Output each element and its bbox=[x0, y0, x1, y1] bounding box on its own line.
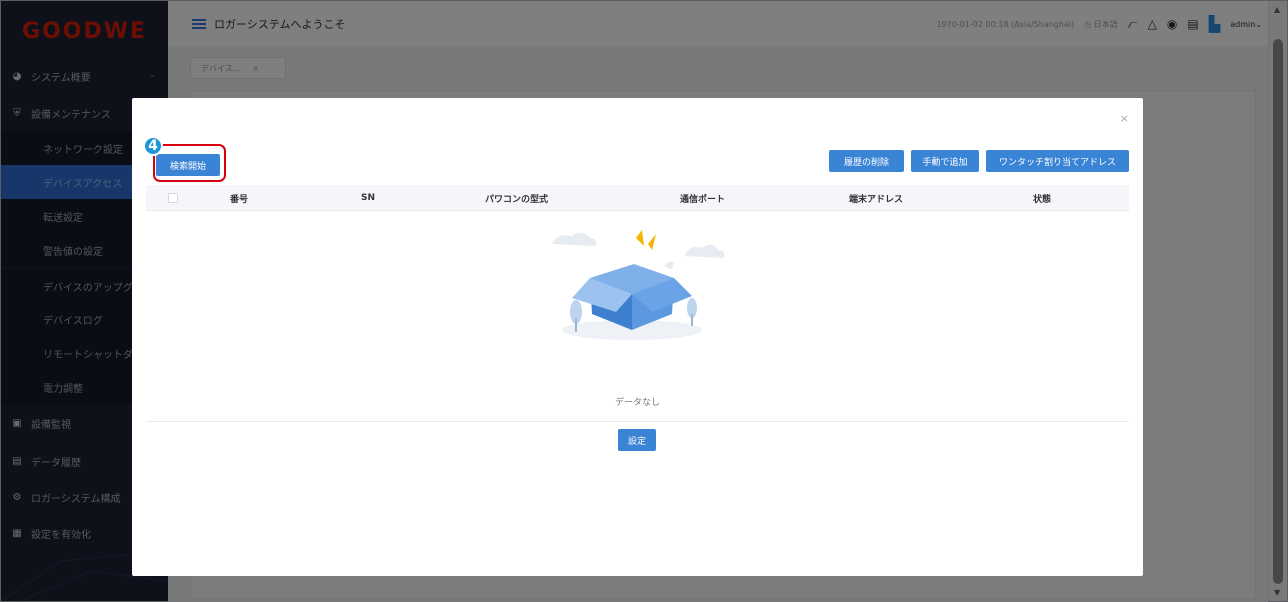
select-all-checkbox[interactable] bbox=[168, 193, 178, 203]
column-header-sn: SN bbox=[361, 193, 376, 203]
device-search-dialog: × 検索開始 4 履歴の削除 手動で追加 ワンタッチ割り当てアドレス 番号 SN… bbox=[132, 98, 1143, 576]
column-header-port: 通信ポート bbox=[680, 194, 726, 205]
manual-add-button[interactable]: 手動で追加 bbox=[911, 150, 979, 172]
column-header-number: 番号 bbox=[230, 194, 249, 205]
step-number-badge: 4 bbox=[143, 136, 163, 156]
clear-history-button[interactable]: 履歴の削除 bbox=[829, 150, 904, 172]
empty-state-text: データなし bbox=[614, 398, 660, 408]
step-highlight-box bbox=[153, 144, 226, 182]
table-header: 番号 SN パワコンの型式 通信ポート 端末アドレス 状態 bbox=[146, 185, 1129, 211]
column-header-model: パワコンの型式 bbox=[485, 194, 549, 205]
empty-box-illustration bbox=[552, 230, 725, 340]
column-header-address: 端末アドレス bbox=[849, 194, 904, 205]
divider bbox=[146, 421, 1129, 422]
one-touch-address-button[interactable]: ワンタッチ割り当てアドレス bbox=[986, 150, 1129, 172]
column-header-status: 状態 bbox=[1033, 194, 1052, 205]
close-icon[interactable]: × bbox=[1120, 112, 1129, 125]
confirm-button[interactable]: 設定 bbox=[618, 429, 656, 451]
